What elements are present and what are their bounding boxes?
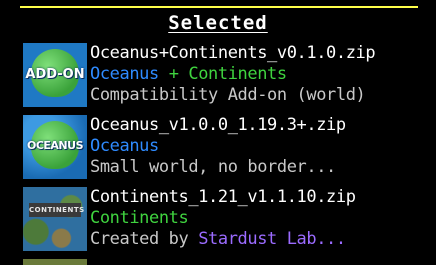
pack-filename: Continents_1.21_v1.1.10.zip [90, 187, 356, 207]
pack-filename: Oceanus+Continents_v0.1.0.zip [90, 43, 376, 63]
selected-header: Selected [168, 12, 268, 34]
pack-title: Oceanus + Continents [90, 64, 287, 84]
add-on-pack-icon: ADD-ON [23, 43, 87, 107]
pack-entry-partial[interactable] [23, 259, 87, 265]
pack-title: Oceanus [90, 136, 159, 156]
pack-title: Continents [90, 208, 189, 228]
pack-entry-continents[interactable]: CONTINENTS Continents_1.21_v1.1.10.zip C… [21, 187, 436, 253]
pack-description: Compatibility Add-on (world) [90, 85, 366, 105]
oceanus-pack-icon: OCEANUS [23, 115, 87, 179]
continents-pack-icon: CONTINENTS [23, 187, 87, 251]
pack-entry-oceanus-continents[interactable]: ADD-ON Oceanus+Continents_v0.1.0.zip Oce… [21, 43, 436, 109]
author-link[interactable]: Stardust Lab... [198, 229, 346, 249]
pack-description: Small world, no border... [90, 157, 336, 177]
top-divider [20, 6, 418, 8]
pack-entry-oceanus[interactable]: OCEANUS Oceanus_v1.0.0_1.19.3+.zip Ocean… [21, 115, 436, 181]
pack-filename: Oceanus_v1.0.0_1.19.3+.zip [90, 115, 346, 135]
pack-description: Created by Stardust Lab... [90, 229, 346, 249]
